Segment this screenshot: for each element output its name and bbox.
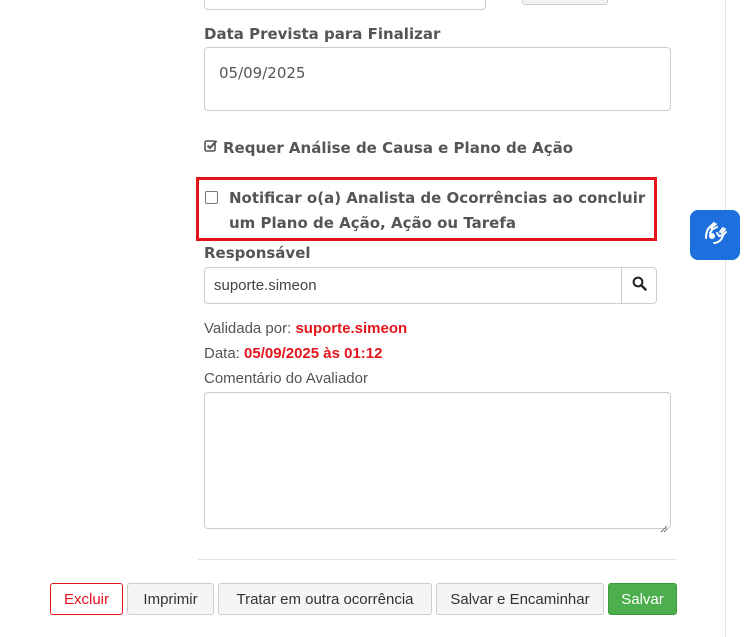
previous-field-input[interactable] — [204, 0, 486, 10]
validation-date-value: 05/09/2025 às 01:12 — [244, 345, 383, 362]
requires-analysis-row: Requer Análise de Causa e Plano de Ação — [204, 139, 573, 157]
date-label: Data Prevista para Finalizar — [204, 25, 441, 43]
validation-date-label: Data: — [204, 345, 240, 362]
validated-by-label: Validada por: — [204, 320, 292, 337]
responsible-input[interactable]: suporte.simeon — [204, 267, 622, 304]
comment-label: Comentário do Avaliador — [204, 370, 368, 387]
sign-language-icon — [700, 218, 730, 252]
resize-handle-icon[interactable] — [660, 518, 668, 533]
search-icon — [632, 276, 647, 295]
notify-checkbox[interactable] — [205, 191, 218, 204]
requires-analysis-label: Requer Análise de Causa e Plano de Ação — [223, 139, 574, 157]
date-field[interactable]: 05/09/2025 — [204, 47, 671, 111]
responsible-label: Responsável — [204, 244, 311, 262]
footer-divider — [198, 559, 677, 560]
accessibility-widget-button[interactable] — [690, 210, 740, 260]
validation-date-line: Data: 05/09/2025 às 01:12 — [204, 345, 383, 362]
validated-by-line: Validada por: suporte.simeon — [204, 320, 407, 337]
validated-by-value: suporte.simeon — [295, 320, 408, 337]
save-button[interactable]: Salvar — [608, 583, 677, 615]
comment-textarea[interactable] — [204, 392, 671, 533]
save-and-forward-button[interactable]: Salvar e Encaminhar — [436, 583, 604, 615]
check-square-icon — [204, 139, 218, 157]
handle-in-other-occurrence-button[interactable]: Tratar em outra ocorrência — [218, 583, 432, 615]
notify-label: Notificar o(a) Analista de Ocorrências a… — [229, 189, 646, 232]
previous-field-button[interactable] — [522, 0, 608, 5]
panel-right-border — [725, 0, 726, 637]
delete-button[interactable]: Excluir — [50, 583, 123, 615]
responsible-search-button[interactable] — [621, 267, 657, 304]
print-button[interactable]: Imprimir — [127, 583, 214, 615]
